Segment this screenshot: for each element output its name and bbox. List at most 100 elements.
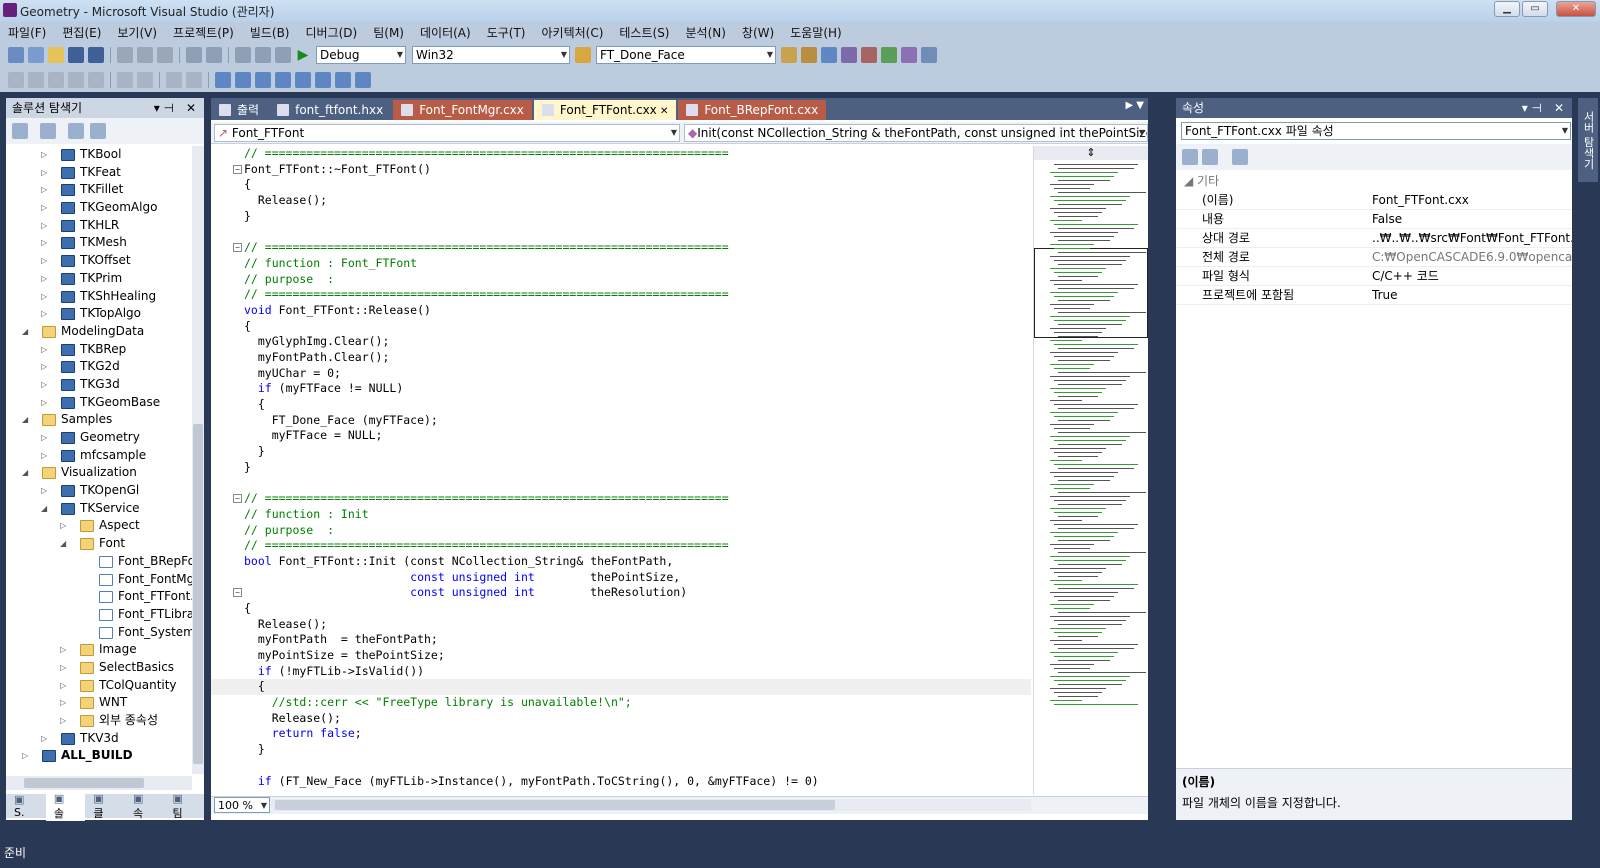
tree-item[interactable]: ▷ TKBRep xyxy=(6,341,192,359)
property-value[interactable]: ..₩..₩..₩src₩Font₩Font_FTFont.cxx xyxy=(1372,229,1572,248)
expand-icon[interactable]: ▷ xyxy=(41,730,47,747)
code-horizontal-scrollbar[interactable] xyxy=(271,799,1031,811)
tree-item[interactable]: ▷ TKHLR xyxy=(6,217,192,235)
tree-horizontal-scrollbar[interactable] xyxy=(6,776,192,790)
uncomment-icon[interactable] xyxy=(186,72,202,88)
menu-item[interactable]: 파일(F) xyxy=(0,24,54,41)
tree-item[interactable]: ▷ TKGeomBase xyxy=(6,394,192,412)
pin-icon[interactable]: ▾ ⊣ xyxy=(154,98,174,118)
close-panel-icon[interactable]: ✕ xyxy=(186,98,196,118)
expand-icon[interactable]: ▷ xyxy=(41,376,47,393)
menu-item[interactable]: 창(W) xyxy=(734,24,782,41)
tree-item[interactable]: ▷ TKTopAlgo xyxy=(6,305,192,323)
tree-item[interactable]: ▷ TKOpenGl xyxy=(6,482,192,500)
tab-document[interactable]: Font_BRepFont.cxx xyxy=(678,100,827,120)
menu-item[interactable]: 디버그(D) xyxy=(298,24,366,41)
tree-item[interactable]: Font_SystemF xyxy=(6,624,192,642)
expand-icon[interactable]: ▷ xyxy=(41,217,47,234)
navigate-backward-icon[interactable] xyxy=(235,47,251,63)
properties-icon[interactable] xyxy=(12,123,28,139)
alphabetical-icon[interactable] xyxy=(1202,149,1218,165)
display-word-icon[interactable] xyxy=(88,72,104,88)
panel-tab[interactable]: ▣ 팀 xyxy=(164,792,204,821)
maximize-button[interactable]: ▭ xyxy=(1522,1,1548,17)
menu-item[interactable]: 테스트(S) xyxy=(611,24,677,41)
previous-bookmark-icon[interactable] xyxy=(235,72,251,88)
tree-scroll-thumb[interactable] xyxy=(193,424,203,764)
expand-icon[interactable]: ▷ xyxy=(41,429,47,446)
start-page-icon[interactable] xyxy=(881,47,897,63)
command-window-icon[interactable] xyxy=(921,47,937,63)
fold-toggle-icon[interactable]: − xyxy=(233,164,242,174)
menu-item[interactable]: 도움말(H) xyxy=(782,24,850,41)
property-pages-icon[interactable] xyxy=(1232,149,1248,165)
tree-item[interactable]: ▷ TKShHealing xyxy=(6,288,192,306)
save-icon[interactable] xyxy=(68,47,84,63)
find-in-files-icon[interactable] xyxy=(575,47,591,63)
list-members-icon[interactable] xyxy=(8,72,24,88)
tree-item[interactable]: ◢ ModelingData xyxy=(6,323,192,341)
expand-icon[interactable]: ▷ xyxy=(22,747,28,764)
code-hscroll-thumb[interactable] xyxy=(275,800,835,810)
object-browser-icon[interactable] xyxy=(821,47,837,63)
next-bookmark-in-folder-icon[interactable] xyxy=(295,72,311,88)
pin-icon[interactable]: ▾ ⊣ xyxy=(1522,98,1542,118)
tree-item[interactable]: ◢ TKService xyxy=(6,500,192,518)
expand-icon[interactable]: ▷ xyxy=(60,659,66,676)
tree-item[interactable]: ◢ Samples xyxy=(6,411,192,429)
copy-icon[interactable] xyxy=(137,47,153,63)
member-combo[interactable]: ◆Init(const NCollection_String & theFont… xyxy=(684,124,1148,142)
increase-indent-icon[interactable] xyxy=(137,72,153,88)
menu-item[interactable]: 빌드(B) xyxy=(242,24,298,41)
expand-icon[interactable]: ▷ xyxy=(60,677,66,694)
next-bookmark-icon[interactable] xyxy=(255,72,271,88)
solution-explorer-icon[interactable] xyxy=(781,47,797,63)
menu-item[interactable]: 보기(V) xyxy=(109,24,165,41)
fold-toggle-icon[interactable]: − xyxy=(233,243,242,253)
expand-icon[interactable]: ▷ xyxy=(41,234,47,251)
tree-item[interactable]: ▷ TKFeat xyxy=(6,164,192,182)
extension-manager-icon[interactable] xyxy=(901,47,917,63)
tab-document[interactable]: Font_FontMgr.cxx xyxy=(393,100,532,120)
toolbox-icon[interactable] xyxy=(841,47,857,63)
expand-icon[interactable]: ▷ xyxy=(41,252,47,269)
tree-item[interactable]: ▷ SelectBasics xyxy=(6,659,192,677)
parameter-info-icon[interactable] xyxy=(28,72,44,88)
tree-hscroll-thumb[interactable] xyxy=(24,778,144,788)
collapse-icon[interactable]: ◢ xyxy=(41,500,47,517)
tree-item[interactable]: ▷ TKG2d xyxy=(6,358,192,376)
property-value[interactable]: C/C++ 코드 xyxy=(1372,267,1572,286)
tree-item[interactable]: ▷ mfcsample xyxy=(6,447,192,465)
property-row[interactable]: 상대 경로 ..₩..₩..₩src₩Font₩Font_FTFont.cxx xyxy=(1176,229,1572,248)
expand-icon[interactable]: ▷ xyxy=(60,712,66,729)
tree-item[interactable]: ▷ Aspect xyxy=(6,517,192,535)
fold-toggle-icon[interactable]: − xyxy=(233,588,242,598)
tree-item[interactable]: Font_FTLibrar xyxy=(6,606,192,624)
code-area[interactable]: // =====================================… xyxy=(211,146,1031,794)
tab-document[interactable]: Font_FTFont.cxx ✕ xyxy=(533,100,677,120)
tab-document[interactable]: font_ftfont.hxx xyxy=(269,100,392,120)
menu-item[interactable]: 분석(N) xyxy=(678,24,734,41)
code-minimap[interactable]: ⇕ xyxy=(1033,146,1148,794)
expand-icon[interactable]: ▷ xyxy=(41,305,47,322)
refresh-icon[interactable] xyxy=(68,123,84,139)
navigate-forward-icon[interactable] xyxy=(255,47,271,63)
class-diagram-icon[interactable] xyxy=(90,123,106,139)
property-row[interactable]: 전체 경로 C:₩OpenCASCADE6.9.0₩opencascad xyxy=(1176,248,1572,267)
tree-item[interactable]: ◢ Font xyxy=(6,535,192,553)
new-project-icon[interactable] xyxy=(8,47,24,63)
expand-icon[interactable]: ▷ xyxy=(41,181,47,198)
property-category[interactable]: ◢ 기타 xyxy=(1176,172,1572,191)
complete-word-icon[interactable] xyxy=(68,72,84,88)
menu-item[interactable]: 팀(M) xyxy=(365,24,412,41)
properties-window-icon[interactable] xyxy=(801,47,817,63)
property-row[interactable]: 내용 False xyxy=(1176,210,1572,229)
expand-icon[interactable]: ▷ xyxy=(41,394,47,411)
tree-item[interactable]: ▷ TKMesh xyxy=(6,234,192,252)
close-panel-icon[interactable]: ✕ xyxy=(1554,98,1564,118)
save-all-icon[interactable] xyxy=(88,47,104,63)
platform-combo[interactable]: Win32 ▼ xyxy=(412,46,570,64)
tree-item[interactable]: Font_FTFont.c xyxy=(6,588,192,606)
show-all-files-icon[interactable] xyxy=(40,123,56,139)
close-button[interactable]: ✕ xyxy=(1556,1,1596,17)
